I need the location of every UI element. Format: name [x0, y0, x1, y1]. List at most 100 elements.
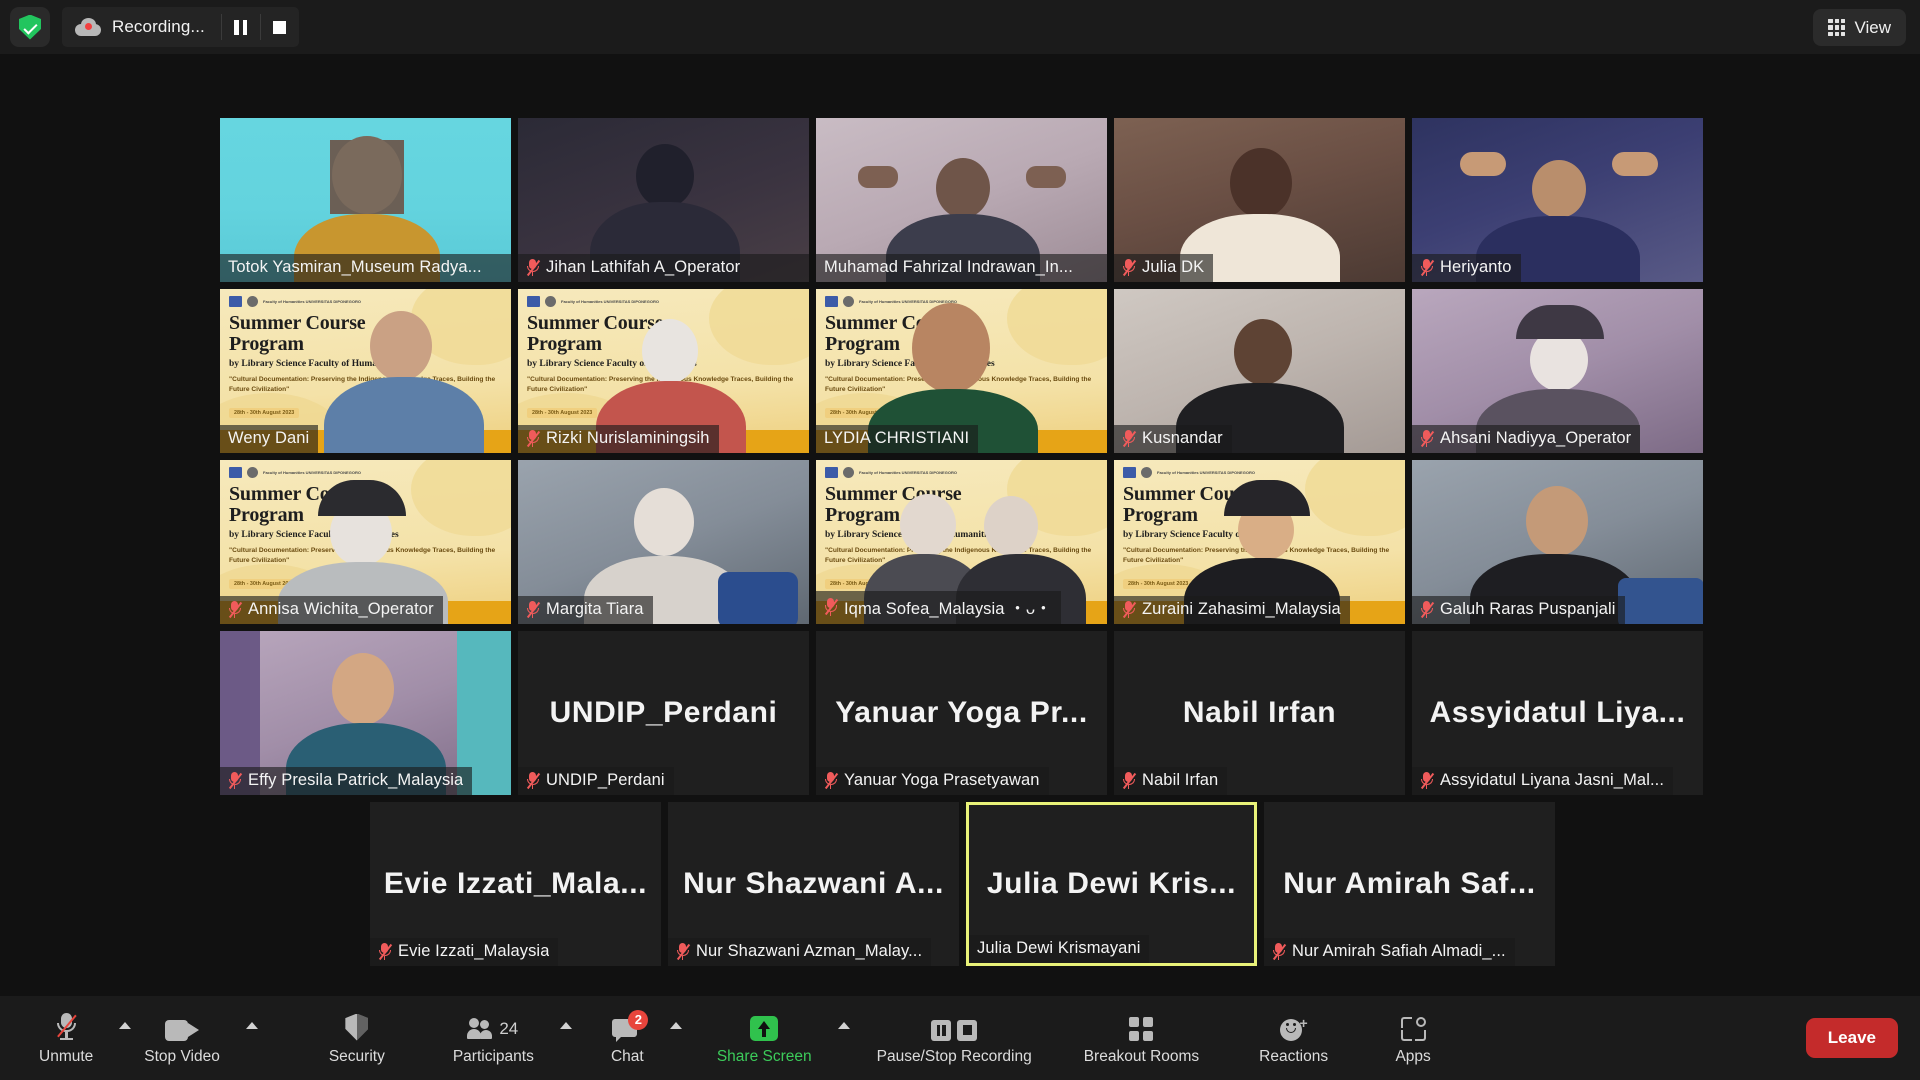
- participant-name-strip: Totok Yasmiran_Museum Radya...: [220, 254, 511, 282]
- participant-name: Nur Amirah Safiah Almadi_...: [1292, 942, 1506, 960]
- participant-tile[interactable]: Faculty of Humanities UNIVERSITAS DIPONE…: [220, 460, 511, 624]
- participants-button[interactable]: 24 Participants: [436, 996, 572, 1080]
- pause-stop-recording-label: Pause/Stop Recording: [876, 1047, 1032, 1065]
- participant-name: Annisa Wichita_Operator: [248, 600, 434, 618]
- participant-name: Evie Izzati_Malaysia: [398, 942, 550, 960]
- mic-muted-icon: [1122, 771, 1137, 790]
- slide-date: 28th - 30th August 2023: [1123, 579, 1194, 589]
- pause-stop-recording-icon: [931, 1011, 978, 1041]
- participant-tile[interactable]: Nabil Irfan Nabil Irfan: [1114, 631, 1405, 795]
- video-grid-row: Faculty of Humanities UNIVERSITAS DIPONE…: [220, 289, 1703, 453]
- mic-muted-icon: [526, 600, 541, 619]
- meeting-toolbar: Unmute Stop Video Security 24 Participan…: [0, 996, 1920, 1080]
- participant-name-strip: Effy Presila Patrick_Malaysia: [220, 767, 473, 795]
- participant-name-strip: Muhamad Fahrizal Indrawan_In...: [816, 254, 1107, 282]
- participant-tile[interactable]: Julia DK: [1114, 118, 1405, 282]
- participant-tile[interactable]: UNDIP_Perdani UNDIP_Perdani: [518, 631, 809, 795]
- participant-name: Jihan Lathifah A_Operator: [546, 258, 741, 276]
- people-icon: 24: [467, 1011, 518, 1041]
- stop-video-button[interactable]: Stop Video: [127, 996, 258, 1080]
- mic-muted-icon: [1420, 600, 1435, 619]
- slide-date: 28th - 30th August 2023: [229, 408, 300, 418]
- mic-muted-icon: [526, 258, 541, 277]
- participant-name-strip: Annisa Wichita_Operator: [220, 596, 443, 624]
- participant-name: Ahsani Nadiyya_Operator: [1440, 429, 1632, 447]
- mic-muted-icon: [1420, 258, 1435, 277]
- share-options-caret-icon[interactable]: [837, 1022, 850, 1029]
- participant-tile[interactable]: Faculty of Humanities UNIVERSITAS DIPONE…: [816, 289, 1107, 453]
- participant-tile[interactable]: Totok Yasmiran_Museum Radya...: [220, 118, 511, 282]
- participant-tile[interactable]: Faculty of Humanities UNIVERSITAS DIPONE…: [1114, 460, 1405, 624]
- participant-name: Rizki Nurislaminingsih: [546, 429, 710, 447]
- slide-org-line: Faculty of Humanities UNIVERSITAS DIPONE…: [859, 470, 957, 475]
- participant-tile[interactable]: Assyidatul Liya... Assyidatul Liyana Jas…: [1412, 631, 1703, 795]
- participant-name-strip: UNDIP_Perdani: [518, 767, 674, 795]
- participant-name-strip: Rizki Nurislaminingsih: [518, 425, 719, 453]
- participant-tile[interactable]: Ahsani Nadiyya_Operator: [1412, 289, 1703, 453]
- participant-tile[interactable]: Yanuar Yoga Pr... Yanuar Yoga Prasetyawa…: [816, 631, 1107, 795]
- participant-tile[interactable]: Kusnandar: [1114, 289, 1405, 453]
- chat-options-caret-icon[interactable]: [669, 1022, 682, 1029]
- participant-tile-active-speaker[interactable]: Julia Dewi Kris... Julia Dewi Krismayani: [966, 802, 1257, 966]
- reactions-button[interactable]: + Reactions: [1242, 996, 1345, 1080]
- pause-stop-recording-button[interactable]: Pause/Stop Recording: [860, 996, 1049, 1080]
- participant-name-strip: Assyidatul Liyana Jasni_Mal...: [1412, 767, 1674, 795]
- mic-muted-icon: [228, 600, 243, 619]
- slide-org-line: Faculty of Humanities UNIVERSITAS DIPONE…: [561, 299, 659, 304]
- participant-name-strip: Weny Dani: [220, 425, 319, 453]
- participant-name-strip: Julia Dewi Krismayani: [969, 935, 1150, 963]
- breakout-rooms-button[interactable]: Breakout Rooms: [1067, 996, 1216, 1080]
- participant-name-strip: Zuraini Zahasimi_Malaysia: [1114, 596, 1350, 624]
- participant-name: Kusnandar: [1142, 429, 1223, 447]
- pause-recording-button[interactable]: [222, 7, 260, 47]
- participant-name: Nabil Irfan: [1142, 771, 1219, 789]
- participant-tile[interactable]: Muhamad Fahrizal Indrawan_In...: [816, 118, 1107, 282]
- participant-tile[interactable]: Heriyanto: [1412, 118, 1703, 282]
- recording-label: Recording...: [112, 17, 205, 36]
- view-button-label: View: [1854, 17, 1891, 37]
- participant-name-strip: Nur Amirah Safiah Almadi_...: [1264, 938, 1515, 966]
- stop-recording-button[interactable]: [261, 7, 299, 47]
- security-button[interactable]: Security: [312, 996, 402, 1080]
- stop-icon: [273, 20, 287, 34]
- participant-tile[interactable]: Effy Presila Patrick_Malaysia: [220, 631, 511, 795]
- participant-tile[interactable]: Nur Amirah Saf... Nur Amirah Safiah Alma…: [1264, 802, 1555, 966]
- chat-unread-badge: 2: [628, 1009, 649, 1030]
- participant-tile[interactable]: Galuh Raras Puspanjali: [1412, 460, 1703, 624]
- video-options-caret-icon[interactable]: [245, 1022, 258, 1029]
- reactions-label: Reactions: [1259, 1047, 1329, 1065]
- video-grid-row: Totok Yasmiran_Museum Radya... Jihan Lat…: [220, 118, 1703, 282]
- participant-name-strip: Iqma Sofea_Malaysia ・ᴗ・: [816, 591, 1061, 624]
- participant-tile[interactable]: Nur Shazwani A... Nur Shazwani Azman_Mal…: [668, 802, 959, 966]
- cloud-recording-icon: [75, 18, 101, 36]
- video-grid-row: Faculty of Humanities UNIVERSITAS DIPONE…: [220, 460, 1703, 624]
- participant-name: LYDIA CHRISTIANI: [824, 429, 970, 447]
- slide-date: 28th - 30th August 2023: [527, 408, 598, 418]
- apps-button[interactable]: Apps: [1371, 996, 1455, 1080]
- participant-tile[interactable]: Jihan Lathifah A_Operator: [518, 118, 809, 282]
- participants-options-caret-icon[interactable]: [559, 1022, 572, 1029]
- participant-name-strip: Yanuar Yoga Prasetyawan: [816, 767, 1049, 795]
- participant-name-strip: Nabil Irfan: [1114, 767, 1228, 795]
- chat-button[interactable]: 2 Chat: [594, 996, 682, 1080]
- participant-name-strip: Heriyanto: [1412, 254, 1521, 282]
- participant-name: Muhamad Fahrizal Indrawan_In...: [824, 258, 1073, 276]
- slide-org-line: Faculty of Humanities UNIVERSITAS DIPONE…: [263, 299, 361, 304]
- zoom-meeting-window: Recording... View Totok Yasmiran_Museum …: [0, 0, 1920, 1080]
- unmute-button[interactable]: Unmute: [22, 996, 132, 1080]
- participant-name: Heriyanto: [1440, 258, 1512, 276]
- leave-button[interactable]: Leave: [1805, 1018, 1898, 1058]
- participant-tile[interactable]: Evie Izzati_Mala... Evie Izzati_Malaysia: [370, 802, 661, 966]
- participant-tile[interactable]: Faculty of Humanities UNIVERSITAS DIPONE…: [220, 289, 511, 453]
- participant-name: Julia DK: [1142, 258, 1205, 276]
- security-label: Security: [328, 1047, 385, 1065]
- participant-name: Assyidatul Liyana Jasni_Mal...: [1440, 771, 1665, 789]
- share-screen-button[interactable]: Share Screen: [700, 996, 850, 1080]
- participant-tile[interactable]: Margita Tiara: [518, 460, 809, 624]
- participant-tile[interactable]: Faculty of Humanities UNIVERSITAS DIPONE…: [518, 289, 809, 453]
- security-shield-button[interactable]: [10, 7, 50, 47]
- participant-tile[interactable]: Faculty of Humanities UNIVERSITAS DIPONE…: [816, 460, 1107, 624]
- view-button[interactable]: View: [1813, 9, 1906, 46]
- participant-name-strip: Galuh Raras Puspanjali: [1412, 596, 1625, 624]
- apps-label: Apps: [1395, 1047, 1431, 1065]
